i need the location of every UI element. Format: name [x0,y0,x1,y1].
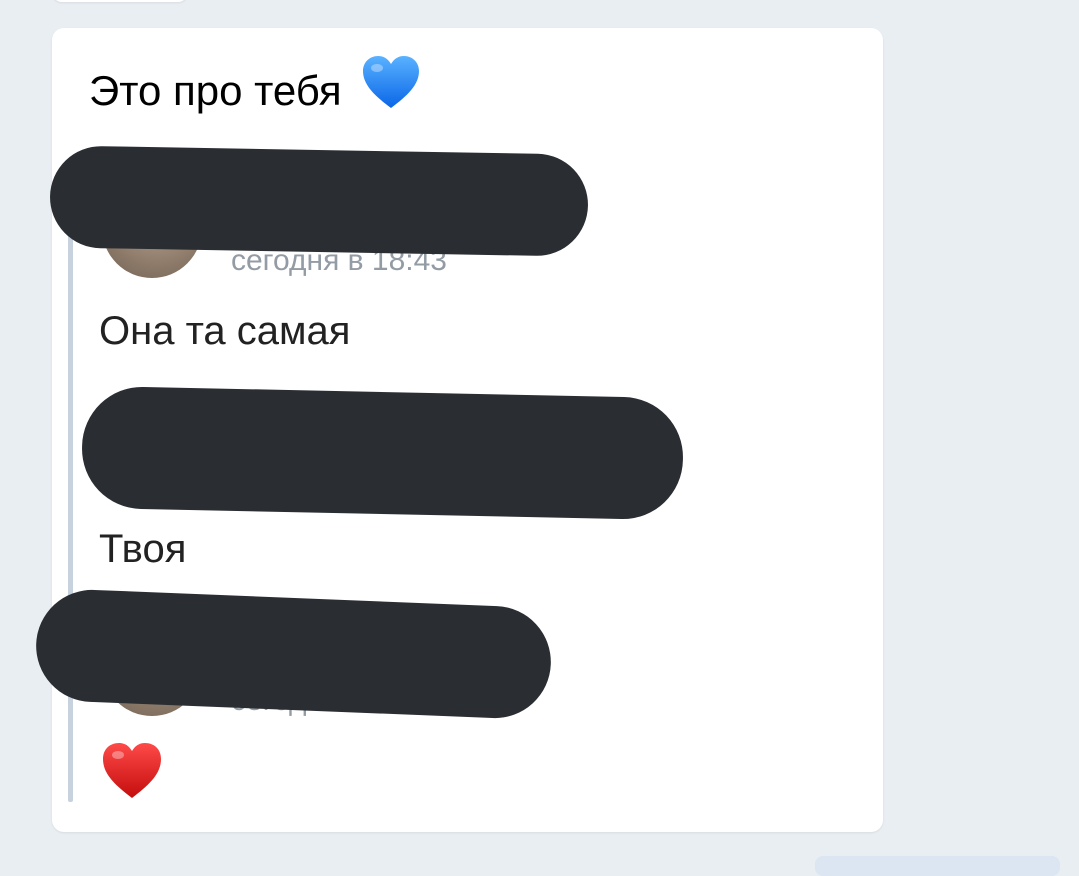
red-heart-icon [100,740,164,805]
redaction-mark [33,587,554,721]
forwarded-message-text: Она та самая [99,309,351,353]
message-text: Это про тебя [89,67,342,115]
forwarded-message-text: Твоя [99,527,187,571]
previous-message-bubble [52,0,188,2]
next-message-bubble [815,856,1060,876]
forwarded-messages-line [68,235,73,802]
message-text-row: Это про тебя [89,56,421,130]
redaction-mark [49,145,589,257]
blue-heart-icon [361,54,421,126]
redaction-mark [80,385,685,521]
